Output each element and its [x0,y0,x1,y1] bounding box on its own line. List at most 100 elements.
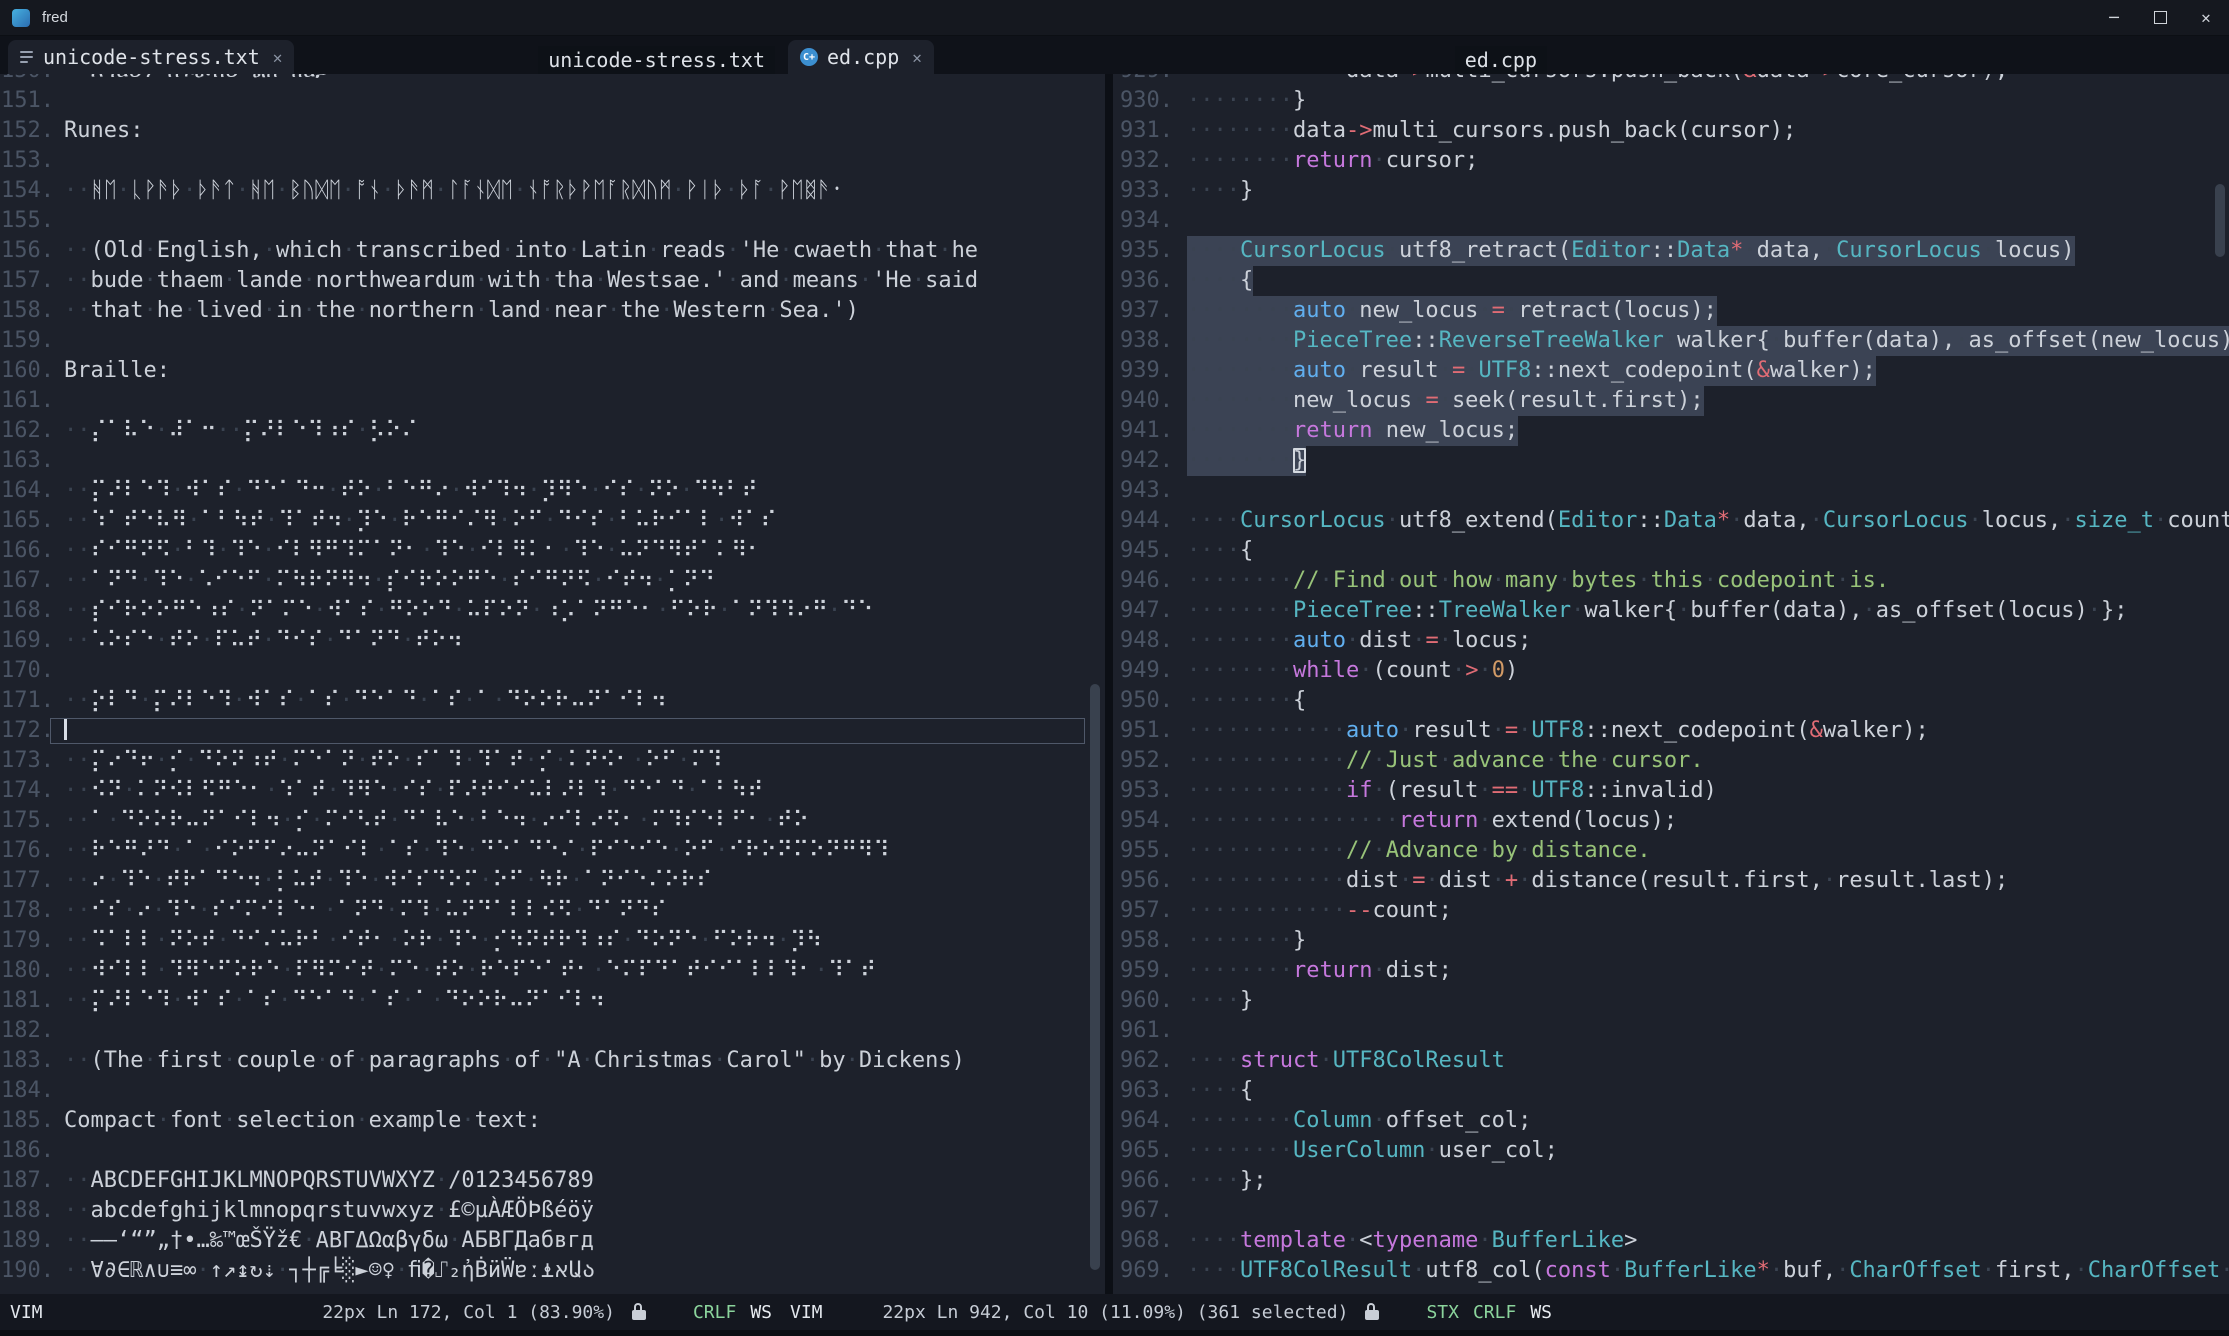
code-line[interactable]: 164.··⡍⠜⠇⠑⠹·⠺⠁⠎·⠙⠑⠁⠙⠒·⠞⠕·⠃⠑⠛⠔·⠺⠊⠹⠲·⡹⠻⠑·⠊… [0,476,1105,506]
minimize-button[interactable]: ─ [2091,0,2137,35]
text-buffer-right[interactable]: 929.············data->multi_cursors.push… [1113,74,2229,1286]
code-line[interactable]: 948.········auto·dist·=·locus; [1113,626,2229,656]
scrollbar-left[interactable] [1089,74,1101,1294]
code-line[interactable]: 175.··⠁·⠙⠕⠕⠗⠤⠝⠁⠊⠇⠲·⡊·⠍⠊⠣⠞·⠙⠁⠧⠑·⠃⠑⠲·⠔⠊⠇⠔⠫… [0,806,1105,836]
code-line[interactable]: 955.············//·Advance·by·distance. [1113,836,2229,866]
code-line[interactable]: 935.····CursorLocus·utf8_retract(Editor:… [1113,236,2229,266]
code-line[interactable]: 936.····{ [1113,266,2229,296]
code-line[interactable]: 160.Braille: [0,356,1105,386]
lock-icon[interactable] [631,1303,647,1321]
code-line[interactable]: 964.········Column·offset_col; [1113,1106,2229,1136]
code-line[interactable]: 969.····UTF8ColResult·utf8_col(const·Buf… [1113,1256,2229,1286]
tab-unicode-stress[interactable]: unicode-stress.txt ✕ [8,40,294,74]
code-line[interactable]: 954.················return·extend(locus)… [1113,806,2229,836]
code-line[interactable]: 932.········return·cursor; [1113,146,2229,176]
code-line[interactable]: 186. [0,1136,1105,1166]
code-line[interactable]: 947.········PieceTree::TreeWalker·walker… [1113,596,2229,626]
code-line[interactable]: 183.··(The·first·couple·of·paragraphs·of… [0,1046,1105,1076]
code-line[interactable]: 178.··⠊⠎·⠔·⠹⠑·⠎⠊⠍⠊⠇⠑⠂·⠁⠝⠙·⠍⠹·⠥⠝⠙⠁⠇⠇⠪⠫·⠙⠁… [0,896,1105,926]
code-line[interactable]: 165.··⠱⠁⠞⠑⠧⠻·⠁⠃⠳⠞·⠹⠁⠞⠲·⡹⠑·⠗⠑⠛⠊⠌⠻·⠕⠋·⠙⠊⠎·… [0,506,1105,536]
code-line[interactable]: 169.··⠡⠕⠎⠑·⠞⠕·⠏⠥⠞·⠙⠊⠎·⠙⠁⠝⠙·⠞⠕⠲ [0,626,1105,656]
code-line[interactable]: 939.········auto·result·=·UTF8::next_cod… [1113,356,2229,386]
code-line[interactable]: 940.········new_locus·=·seek(result.firs… [1113,386,2229,416]
code-line[interactable]: 943. [1113,476,2229,506]
editor-pane-right[interactable]: 929.············data->multi_cursors.push… [1113,74,2229,1294]
pane-divider[interactable] [1105,36,1113,1294]
code-line[interactable]: 173.··⡍⠔⠙⠖·⡊·⠙⠕⠝⠰⠞·⠍⠑⠁⠝·⠞⠕·⠎⠁⠹·⠹⠁⠞·⡊·⠅⠝⠪… [0,746,1105,776]
code-line[interactable]: 946.········//·Find·out·how·many·bytes·t… [1113,566,2229,596]
code-line[interactable]: 162.··⡌⠁⠧⠑·⠼⠁⠒··⡍⠜⠇⠑⠹⠰⠎·⡣⠕⠌ [0,416,1105,446]
code-line[interactable]: 934. [1113,206,2229,236]
code-line[interactable]: 181.··⡍⠜⠇⠑⠹·⠺⠁⠎·⠁⠎·⠙⠑⠁⠙·⠁⠎·⠁·⠙⠕⠕⠗⠤⠝⠁⠊⠇⠲ [0,986,1105,1016]
code-line[interactable]: 937.········auto·new_locus·=·retract(loc… [1113,296,2229,326]
code-line[interactable]: 944.····CursorLocus·utf8_extend(Editor::… [1113,506,2229,536]
code-line[interactable]: 967. [1113,1196,2229,1226]
code-line[interactable]: 163. [0,446,1105,476]
code-line[interactable]: 155. [0,206,1105,236]
code-line[interactable]: 168.··⡎⠊⠗⠕⠕⠛⠑⠰⠎·⠝⠁⠍⠑·⠺⠁⠎·⠛⠕⠕⠙·⠥⠏⠕⠝·⠰⡡⠁⠝⠛… [0,596,1105,626]
scrollbar-right[interactable] [2214,74,2226,1294]
tab-close-icon[interactable]: ✕ [273,48,283,67]
code-line[interactable]: 161. [0,386,1105,416]
code-line[interactable]: 170. [0,656,1105,686]
code-line[interactable]: 154.··ᚻᛖ·ᚳᚹᚫᚦ·ᚦᚫᛏ·ᚻᛖ·ᛒᚢᛞᛖ·ᚩᚾ·ᚦᚫᛗ·ᛚᚪᚾᛞᛖ·ᚾ… [0,176,1105,206]
code-line[interactable]: 933.····} [1113,176,2229,206]
code-line[interactable]: 949.········while·(count·>·0) [1113,656,2229,686]
code-line[interactable]: 150.··እግርህን·በፍራሽህ·ልክ·ዘርጋ። [0,74,1105,86]
code-line[interactable]: 157.··bude·thaem·lande·northweardum·with… [0,266,1105,296]
scrollbar-thumb[interactable] [2215,184,2225,257]
code-line[interactable]: 959.········return·dist; [1113,956,2229,986]
tab-ed-cpp[interactable]: C+ ed.cpp ✕ [788,40,934,74]
code-line[interactable]: 953.············if·(result·==·UTF8::inva… [1113,776,2229,806]
code-line[interactable]: 174.··⠪⠝·⠅⠝⠪⠇⠫⠛⠑⠂·⠱⠁⠞·⠹⠻⠑·⠊⠎·⠏⠜⠞⠊⠊⠥⠇⠜⠇⠹·… [0,776,1105,806]
code-line[interactable]: 152.Runes: [0,116,1105,146]
code-line[interactable]: 171.··⡕⠇⠙·⡍⠜⠇⠑⠹·⠺⠁⠎·⠁⠎·⠙⠑⠁⠙·⠁⠎·⠁·⠙⠕⠕⠗⠤⠝⠁… [0,686,1105,716]
code-line[interactable]: 931.········data->multi_cursors.push_bac… [1113,116,2229,146]
code-line[interactable]: 961. [1113,1016,2229,1046]
code-line[interactable]: 941.········return·new_locus; [1113,416,2229,446]
code-line[interactable]: 966.····}; [1113,1166,2229,1196]
code-line[interactable]: 180.··⠺⠊⠇⠇·⠹⠻⠑⠋⠕⠗⠑·⠏⠻⠍⠊⠞·⠍⠑·⠞⠕·⠗⠑⠏⠑⠁⠞⠂·⠑… [0,956,1105,986]
code-line[interactable]: 179.··⠩⠁⠇⠇·⠝⠕⠞·⠙⠊⠌⠥⠗⠃·⠊⠞⠂·⠕⠗·⠹⠑·⡊⠳⠝⠞⠗⠹⠰⠎… [0,926,1105,956]
editor-pane-left[interactable]: 150.··እግርህን·በፍራሽህ·ልክ·ዘርጋ።151.152.Runes:1… [0,74,1105,1294]
code-line[interactable]: 930.········} [1113,86,2229,116]
code-line[interactable]: 176.··⠗⠑⠛⠜⠙·⠁·⠊⠕⠋⠋⠔⠤⠝⠁⠊⠇·⠁⠎·⠹⠑·⠙⠑⠁⠙⠑⠌·⠏⠊… [0,836,1105,866]
text-buffer-left[interactable]: 150.··እግርህን·በፍራሽህ·ልክ·ዘርጋ።151.152.Runes:1… [0,74,1105,1286]
code-line[interactable]: 951.············auto·result·=·UTF8::next… [1113,716,2229,746]
code-line[interactable]: 952.············//·Just·advance·the·curs… [1113,746,2229,776]
code-line[interactable]: 960.····} [1113,986,2229,1016]
lock-icon[interactable] [1364,1303,1380,1321]
code-line[interactable]: 158.··that·he·lived·in·the·northern·land… [0,296,1105,326]
maximize-button[interactable] [2137,0,2183,35]
code-line[interactable]: 962.····struct·UTF8ColResult [1113,1046,2229,1076]
code-line[interactable]: 938.········PieceTree::ReverseTreeWalker… [1113,326,2229,356]
tab-close-icon[interactable]: ✕ [912,48,922,67]
code-line[interactable]: 950.········{ [1113,686,2229,716]
code-line[interactable]: 963.····{ [1113,1076,2229,1106]
code-line[interactable]: 156.··(Old·English,·which·transcribed·in… [0,236,1105,266]
code-line[interactable]: 189.··–—‘“”„†•…‰™œŠŸž€·ΑΒΓΔΩαβγδω·АБВГДа… [0,1226,1105,1256]
scrollbar-thumb[interactable] [1090,684,1100,1270]
code-line[interactable]: 172. [0,716,1105,746]
code-line[interactable]: 957.············--count; [1113,896,2229,926]
code-line[interactable]: 965.········UserColumn·user_col; [1113,1136,2229,1166]
code-line[interactable]: 166.··⠎⠊⠛⠝⠫·⠃⠹·⠹⠑·⠊⠇⠻⠛⠹⠍⠁⠝⠂·⠹⠑·⠊⠇⠻⠅⠂·⠹⠑·… [0,536,1105,566]
code-line[interactable]: 159. [0,326,1105,356]
code-line[interactable]: 184. [0,1076,1105,1106]
code-line[interactable]: 182. [0,1016,1105,1046]
code-line[interactable]: 956.············dist·=·dist·+·distance(r… [1113,866,2229,896]
code-line[interactable]: 190.··∀∂∈ℝ∧∪≡∞·↑↗↨↻⇣·┐┼╔╘░►☺♀·ﬁ�⑀₂ἠḂӥẄɐː… [0,1256,1105,1286]
code-line[interactable]: 185.Compact·font·selection·example·text: [0,1106,1105,1136]
code-line[interactable]: 968.····template·<typename·BufferLike> [1113,1226,2229,1256]
code-line[interactable]: 151. [0,86,1105,116]
code-line[interactable]: 929.············data->multi_cursors.push… [1113,74,2229,86]
code-line[interactable]: 187.··ABCDEFGHIJKLMNOPQRSTUVWXYZ·/012345… [0,1166,1105,1196]
code-line[interactable]: 153. [0,146,1105,176]
code-line[interactable]: 958.········} [1113,926,2229,956]
code-line[interactable]: 177.··⠔·⠹⠑·⠞⠗⠁⠙⠑⠲·⡃⠥⠞·⠹⠑·⠺⠊⠎⠙⠕⠍·⠕⠋·⠳⠗·⠁⠝… [0,866,1105,896]
code-line[interactable]: 945.····{ [1113,536,2229,566]
code-line[interactable]: 188.··abcdefghijklmnopqrstuvwxyz·£©µÀÆÖÞ… [0,1196,1105,1226]
code-line[interactable]: 942.········} [1113,446,2229,476]
close-button[interactable]: ✕ [2183,0,2229,35]
code-line[interactable]: 167.··⠁⠝⠙·⠹⠑·⠡⠊⠑⠋·⠍⠳⠗⠝⠻⠲·⡎⠊⠗⠕⠕⠛⠑·⠎⠊⠛⠝⠫·⠊… [0,566,1105,596]
